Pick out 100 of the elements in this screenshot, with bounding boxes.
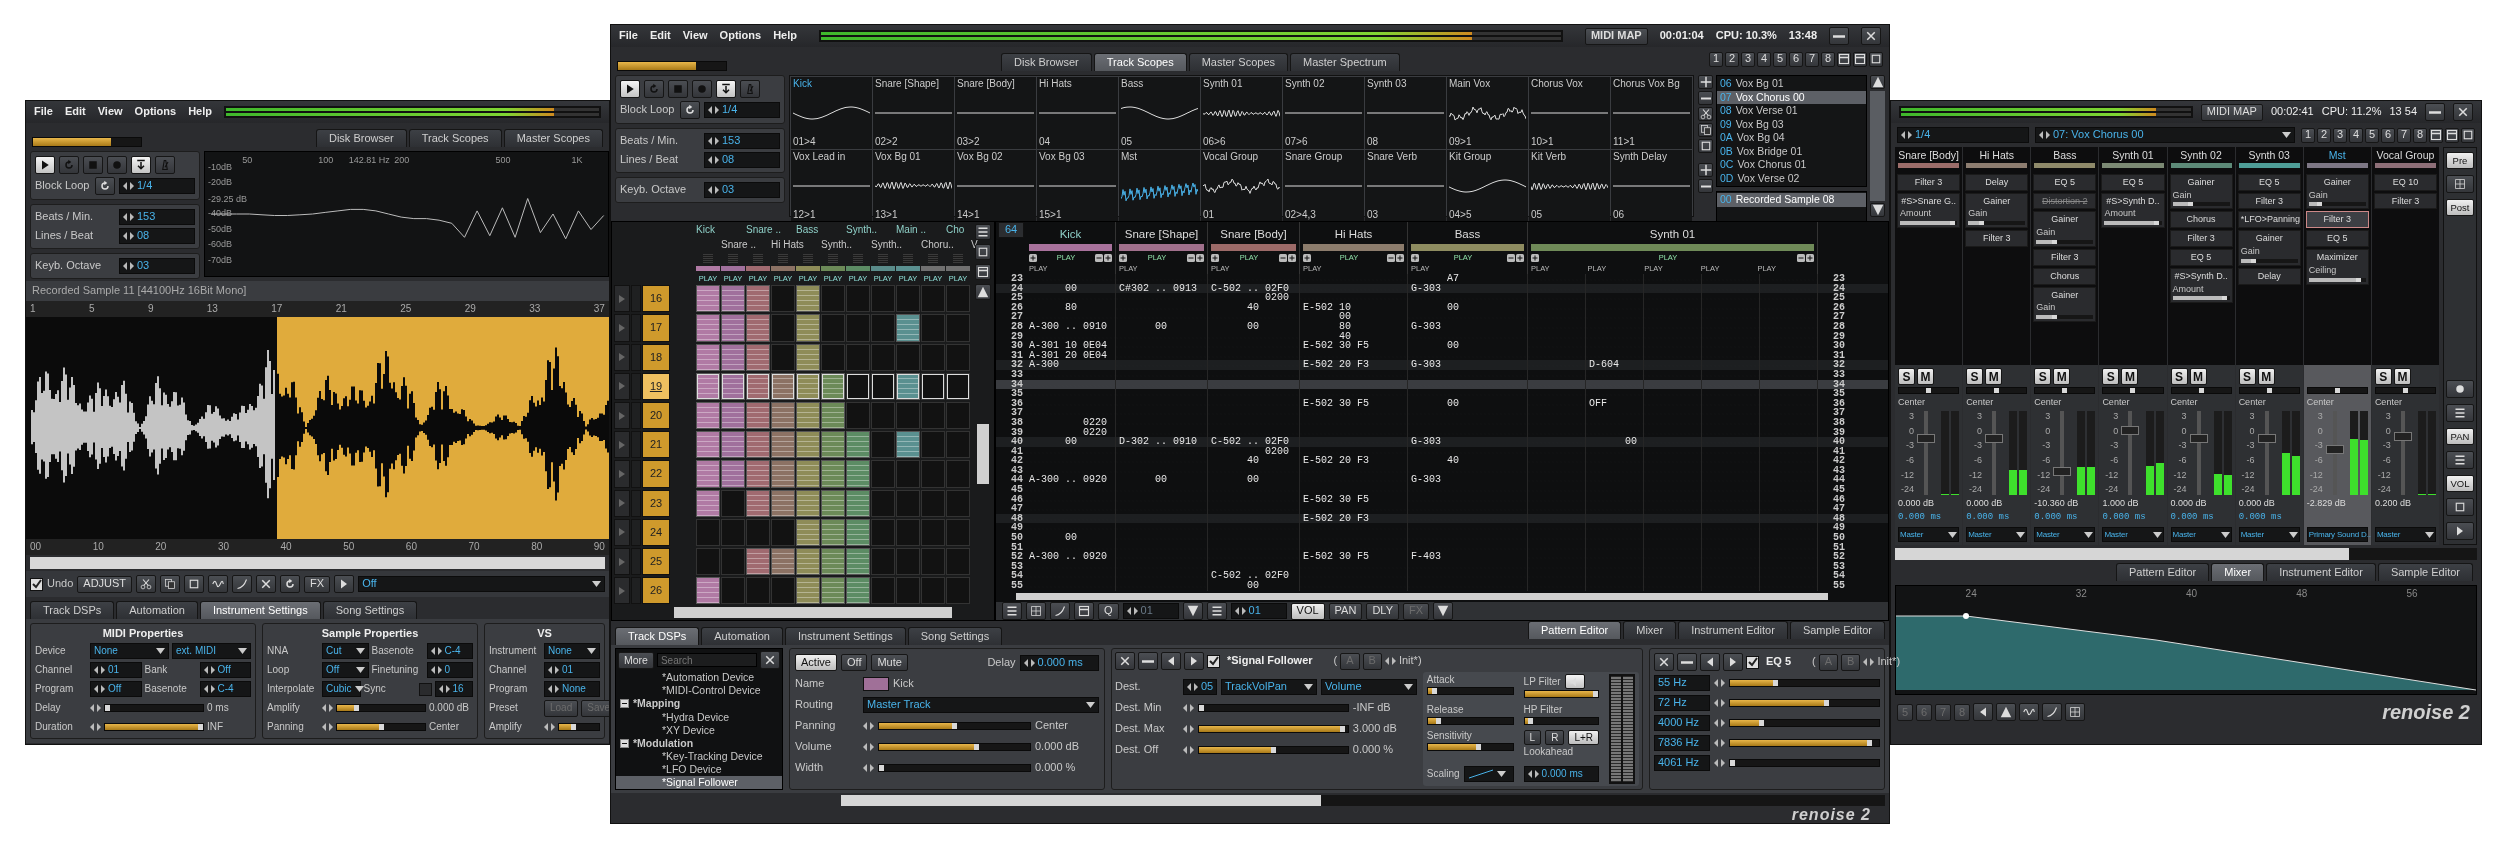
value-field[interactable]: 7836 Hz xyxy=(1654,734,1710,751)
note-cell[interactable]: 00 xyxy=(1208,475,1300,486)
track-scope[interactable]: Synth 02 07>6 xyxy=(1283,77,1364,149)
tree-item[interactable]: *Automation Device xyxy=(616,671,782,685)
toggle-button[interactable]: M xyxy=(2053,368,2071,386)
tree-group[interactable]: *Mapping xyxy=(616,697,782,711)
spin-field[interactable]: 01 xyxy=(1122,603,1179,619)
device-slot[interactable]: Filter 3 xyxy=(2237,192,2301,210)
note-cell[interactable]: 00 xyxy=(1408,398,1528,409)
note-cell[interactable]: E-502 30 F5 xyxy=(1300,494,1408,505)
pattern-row[interactable]: 39 0220 39 xyxy=(996,427,1888,438)
pattern-row[interactable]: 45 45 xyxy=(996,485,1888,495)
tree-item[interactable]: *Signal Follower xyxy=(616,775,782,789)
note-cell[interactable]: D-302 .. 0910 xyxy=(1116,437,1208,447)
track-scope[interactable]: Snare [Shape] 02>2 xyxy=(873,77,954,149)
tab[interactable]: Master Spectrum xyxy=(1290,52,1400,71)
menu-item[interactable]: Edit xyxy=(64,105,86,119)
note-cell[interactable]: A-301 10 0E04 xyxy=(1026,341,1116,351)
pattern-row[interactable]: 23 A7 23 xyxy=(996,274,1888,284)
spin-field[interactable]: C-4 xyxy=(426,643,473,660)
pattern-row[interactable]: 54 C-502 .. 02F0 54 xyxy=(996,571,1888,581)
pattern-row[interactable]: 52 A-300 .. 0920 E-502 30 F5 F-403 52 xyxy=(996,552,1888,562)
note-cell[interactable]: G-303 xyxy=(1408,437,1528,447)
note-cell[interactable]: 0200 xyxy=(1208,446,1300,457)
pattern-row[interactable]: 51 51 xyxy=(996,542,1888,553)
pattern-row[interactable]: 31 A-301 20 0E04 31 xyxy=(996,350,1888,361)
device-slot[interactable]: Gainer Gain xyxy=(2033,286,2097,323)
device-slot[interactable]: Chorus xyxy=(2169,211,2233,229)
mode-button[interactable]: Mute xyxy=(871,654,908,671)
spin-field[interactable]: None xyxy=(544,681,600,698)
tree-item[interactable]: *LFO Device xyxy=(616,762,782,776)
note-cell[interactable]: C#302 .. 0913 xyxy=(1116,283,1208,294)
pattern-row[interactable]: 24 00 C#302 .. 0913 C-502 .. 02F0 G-303 24 xyxy=(996,283,1888,294)
column-toggle[interactable]: VOL xyxy=(1290,602,1325,620)
dropdown[interactable]: Master xyxy=(2102,527,2164,542)
tab[interactable]: Sample Editor xyxy=(1789,621,1885,640)
menu-item[interactable]: View xyxy=(682,29,708,43)
toggle-button[interactable]: S xyxy=(2102,368,2120,386)
note-cell[interactable]: 0200 xyxy=(1208,293,1300,303)
note-cell[interactable]: G-303 xyxy=(1408,475,1528,486)
layout-button[interactable]: 8 xyxy=(1821,51,1835,67)
dropdown[interactable]: Master Track xyxy=(863,696,1099,713)
dropdown[interactable]: Master xyxy=(2374,527,2436,542)
layout-button[interactable]: 2 xyxy=(2317,127,2331,143)
sequence-number[interactable]: 21 xyxy=(642,431,670,459)
spin-field[interactable]: Off xyxy=(90,681,142,698)
note-cell[interactable]: 00 xyxy=(1116,475,1208,486)
note-cell[interactable]: 40 xyxy=(1208,302,1300,313)
layout-button[interactable]: 3 xyxy=(2333,127,2347,143)
pattern-row[interactable]: 42 40 E-502 20 F3 40 42 xyxy=(996,456,1888,466)
spin-field[interactable]: 08 xyxy=(119,228,195,244)
pattern-row[interactable]: 30 A-301 10 0E04 E-502 30 F5 00 30 xyxy=(996,341,1888,351)
pattern-row[interactable]: 47 47 xyxy=(996,504,1888,514)
list-item[interactable]: 00 Recorded Sample 08 xyxy=(1717,193,1866,207)
toggle-button[interactable]: M xyxy=(2257,368,2275,386)
tab[interactable]: Mixer xyxy=(1623,621,1677,640)
layout-button[interactable]: 5 xyxy=(2365,127,2379,143)
track-scope[interactable]: Chorus Vox 10>1 xyxy=(1529,77,1610,149)
note-cell[interactable]: A-300 xyxy=(1026,360,1116,370)
note-cell[interactable]: A-300 .. 0920 xyxy=(1026,475,1116,486)
fx-button[interactable]: FX xyxy=(304,575,331,593)
note-cell[interactable]: 40 xyxy=(1408,456,1528,466)
pattern-row[interactable]: 29 40 29 xyxy=(996,331,1888,342)
device-slot[interactable]: Filter 3 xyxy=(2033,249,2097,266)
spin-field[interactable]: 08 xyxy=(704,152,780,168)
tab[interactable]: Disk Browser xyxy=(316,128,407,147)
track-scope[interactable]: Synth 03 08 xyxy=(1365,77,1446,149)
spin-field[interactable]: 16 xyxy=(434,681,473,698)
instrument-dropdown[interactable]: 07: Vox Chorus 00 xyxy=(2035,127,2295,143)
pattern-row[interactable]: 28 A-300 .. 0910 00 00 80 G-303 28 xyxy=(996,321,1888,332)
track-scope[interactable]: Kit Group 04>5 xyxy=(1447,150,1528,222)
track-scope[interactable]: Kick 01>4 xyxy=(791,77,872,149)
spin-field[interactable]: 03 xyxy=(704,182,780,198)
list-item[interactable]: 06 Vox Bg 01 xyxy=(1717,77,1866,91)
dropdown[interactable]: Cut xyxy=(322,643,369,660)
tab[interactable]: Track DSPs xyxy=(615,626,700,645)
pattern-row[interactable]: 37 37 xyxy=(996,408,1888,418)
note-cell[interactable]: G-303 xyxy=(1408,321,1528,332)
layout-button[interactable]: 6 xyxy=(1789,51,1803,67)
device-slot[interactable]: Distortion 2 xyxy=(2033,192,2097,210)
note-cell[interactable]: A7 xyxy=(1408,274,1528,284)
list-item[interactable]: 0A Vox Bg 04 xyxy=(1717,131,1866,145)
pattern-row[interactable]: 44 A-300 .. 0920 00 00 G-303 44 xyxy=(996,475,1888,486)
note-cell[interactable]: E-502 30 F5 xyxy=(1300,552,1408,562)
device-slot[interactable]: #S>Snare G.. Amount xyxy=(1897,192,1961,229)
pattern-row[interactable]: 36 E-502 30 F5 00 OFF 36 xyxy=(996,398,1888,409)
pattern-row[interactable]: 43 43 xyxy=(996,465,1888,476)
menu-item[interactable]: Options xyxy=(134,105,177,119)
dropdown[interactable]: Master xyxy=(2034,527,2096,542)
track-scope[interactable]: Synth Delay 06 xyxy=(1611,150,1692,222)
device-slot[interactable]: Filter 3 xyxy=(1897,173,1961,191)
layout-button[interactable]: 8 xyxy=(2413,127,2427,143)
tree-item[interactable]: *Hydra Device xyxy=(616,710,782,724)
device-slot[interactable]: Filter 3 xyxy=(2305,211,2369,229)
toggle-button[interactable]: S xyxy=(2034,368,2052,386)
note-cell[interactable]: E-502 30 F5 xyxy=(1300,398,1408,409)
dropdown[interactable]: ext. MIDI xyxy=(172,643,251,660)
pan-button[interactable]: PAN xyxy=(2446,428,2474,445)
dropdown[interactable]: Master xyxy=(1966,527,2028,542)
device-slot[interactable]: Gainer Gain xyxy=(2305,173,2369,210)
